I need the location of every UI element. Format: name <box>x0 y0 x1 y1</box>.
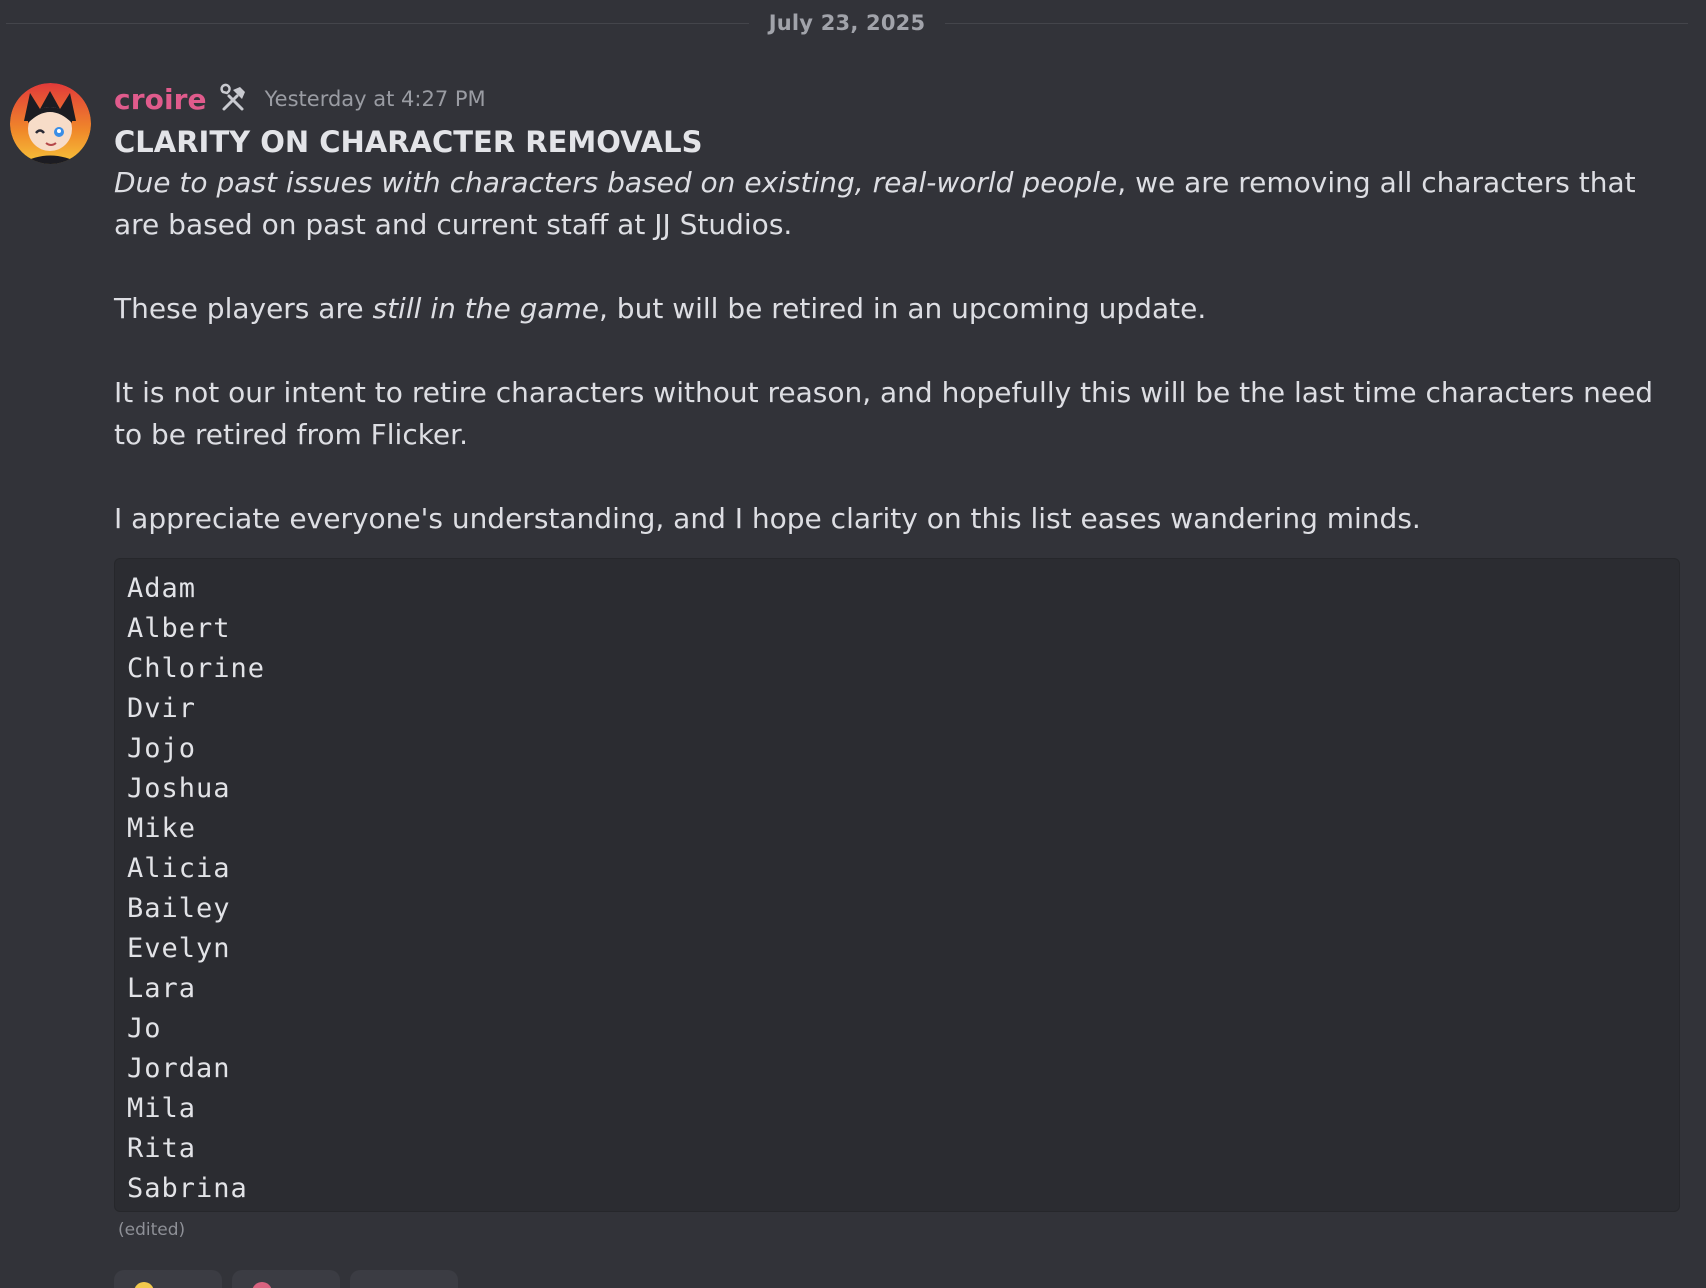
code-line: Jo <box>127 1013 162 1044</box>
paragraph-3: It is not our intent to retire character… <box>114 376 1654 451</box>
avatar-image <box>10 83 91 164</box>
divider-date: July 23, 2025 <box>768 11 926 35</box>
emoji-icon <box>134 1282 154 1288</box>
paragraph-2-italic: still in the game <box>372 292 599 325</box>
paragraph-1: Due to past issues with characters based… <box>114 162 1684 246</box>
code-line: Bailey <box>127 893 231 924</box>
code-line: Lara <box>127 973 197 1004</box>
paragraph-2: These players are still in the game, but… <box>114 288 1684 330</box>
code-line: Alicia <box>127 853 231 884</box>
reaction-button[interactable] <box>232 1270 340 1288</box>
paragraph-1-italic: Due to past issues with characters based… <box>114 166 1118 199</box>
code-line: Mila <box>127 1093 197 1124</box>
paragraph-2-start: These players are <box>114 292 373 325</box>
username[interactable]: croire <box>114 83 207 116</box>
code-line: Chlorine <box>127 653 266 684</box>
code-line: Joshua <box>127 773 231 804</box>
message-timestamp[interactable]: Yesterday at 4:27 PM <box>265 87 486 111</box>
hammer-wrench-icon[interactable] <box>217 83 249 115</box>
paragraph-2-end: , but will be retired in an upcoming upd… <box>599 292 1207 325</box>
code-line: Jordan <box>127 1053 231 1084</box>
heart-icon <box>252 1282 272 1288</box>
message-title: CLARITY ON CHARACTER REMOVALS <box>114 125 703 159</box>
code-block[interactable]: Adam Albert Chlorine Dvir Jojo Joshua Mi… <box>114 558 1680 1212</box>
chat-page: July 23, 2025 croire Yesterday at 4:27 P… <box>0 0 1706 1288</box>
code-line: Sabrina <box>127 1173 248 1204</box>
code-line: Evelyn <box>127 933 231 964</box>
date-divider: July 23, 2025 <box>0 0 1706 46</box>
reaction-button[interactable] <box>350 1270 458 1288</box>
code-line: Mike <box>127 813 197 844</box>
code-line: Jojo <box>127 733 197 764</box>
code-line: Dvir <box>127 693 197 724</box>
code-line: Rita <box>127 1133 197 1164</box>
message: croire Yesterday at 4:27 PM CLARITY ON C… <box>114 78 1684 1240</box>
divider-line-left <box>6 22 749 24</box>
reactions <box>114 1270 458 1288</box>
divider-line-right <box>945 22 1688 24</box>
code-line: Adam <box>127 573 197 604</box>
message-header: croire Yesterday at 4:27 PM <box>114 78 1684 120</box>
edited-label: (edited) <box>118 1220 186 1240</box>
reaction-button[interactable] <box>114 1270 222 1288</box>
avatar[interactable] <box>10 83 91 164</box>
paragraph-4: I appreciate everyone's understanding, a… <box>114 502 1421 535</box>
code-line: Albert <box>127 613 231 644</box>
